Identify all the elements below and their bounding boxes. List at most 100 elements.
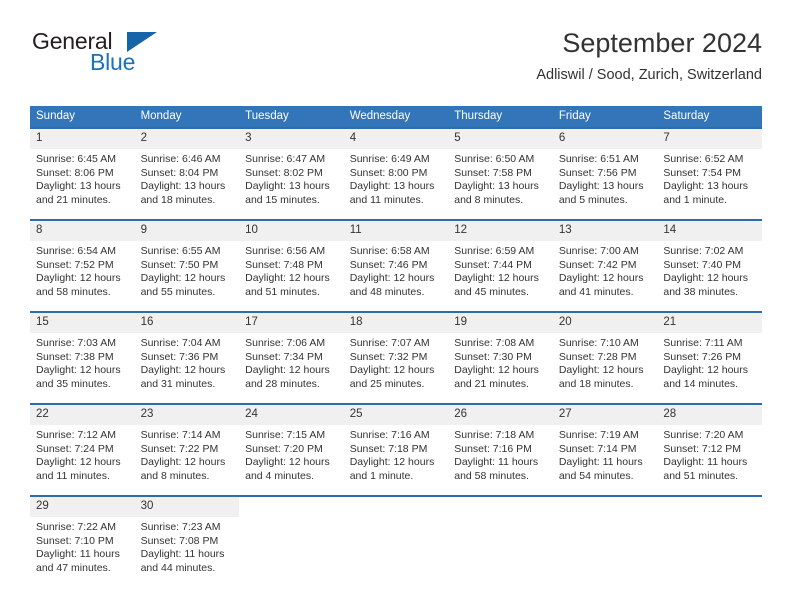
day-number: 2 (134, 129, 240, 149)
daylight-text-line1: Daylight: 12 hours (36, 456, 121, 469)
calendar-day-cell[interactable]: 7 Sunrise: 6:52 AM Sunset: 7:54 PM Daylight… (657, 127, 762, 220)
daylight-text-line2: and 18 minutes. (558, 377, 634, 390)
calendar-day-cell[interactable]: 18 Sunrise: 7:07 AM Sunset: 7:32 PM Dayligh… (343, 311, 449, 404)
calendar-day-cell[interactable]: 9 Sunrise: 6:55 AM Sunset: 7:50 PM Daylight… (134, 219, 240, 312)
calendar-day-cell[interactable]: 23 Sunrise: 7:14 AM Sunset: 7:22 PM Dayligh… (134, 403, 240, 496)
daylight-text-line1: Daylight: 11 hours (454, 456, 539, 469)
day-details: Sunrise: 7:04 AM Sunset: 7:36 PM Daylight:… (135, 333, 240, 391)
sunset-text: Sunset: 8:04 PM (140, 166, 219, 179)
daylight-text-line2: and 38 minutes. (663, 285, 739, 298)
daylight-text-line2: and 51 minutes. (245, 285, 320, 298)
daylight-text-line1: Daylight: 12 hours (663, 272, 749, 285)
weekday-header-wednesday: Wednesday (343, 106, 449, 128)
calendar-day-cell[interactable]: 22 Sunrise: 7:12 AM Sunset: 7:24 PM Dayligh… (30, 403, 135, 496)
calendar-day-cell[interactable]: 16 Sunrise: 7:04 AM Sunset: 7:36 PM Dayligh… (134, 311, 240, 404)
daylight-text-line1: Daylight: 13 hours (245, 180, 330, 193)
calendar-day-cell[interactable]: 15 Sunrise: 7:03 AM Sunset: 7:38 PM Dayligh… (30, 311, 135, 404)
sunset-text: Sunset: 7:50 PM (140, 258, 219, 271)
sunset-text: Sunset: 8:06 PM (36, 166, 114, 179)
calendar-day-cell[interactable]: 21 Sunrise: 7:11 AM Sunset: 7:26 PM Dayligh… (657, 311, 762, 404)
daylight-text-line1: Daylight: 12 hours (36, 364, 121, 377)
daylight-text-line1: Daylight: 11 hours (663, 456, 748, 469)
sunset-text: Sunset: 8:00 PM (349, 166, 428, 179)
daylight-text-line2: and 45 minutes. (454, 285, 529, 298)
calendar-day-cell[interactable]: 25 Sunrise: 7:16 AM Sunset: 7:18 PM Dayligh… (343, 403, 449, 496)
daylight-text-line2: and 15 minutes. (245, 193, 320, 206)
calendar-cell-empty (448, 495, 553, 587)
day-number: 14 (657, 221, 762, 241)
calendar-cell-empty (657, 495, 762, 587)
sunrise-text: Sunrise: 7:10 AM (558, 337, 639, 349)
day-details: Sunrise: 7:12 AM Sunset: 7:24 PM Daylight:… (30, 425, 135, 483)
brand-logo[interactable]: General Blue (30, 26, 250, 88)
page-subtitle: Adliswil / Sood, Zurich, Switzerland (536, 67, 762, 83)
calendar-day-cell[interactable]: 3 Sunrise: 6:47 AM Sunset: 8:02 PM Daylight… (239, 127, 344, 220)
calendar-day-cell[interactable]: 1 Sunrise: 6:45 AM Sunset: 8:06 PM Daylight… (30, 127, 135, 220)
day-number: 6 (552, 129, 658, 149)
daylight-text-line1: Daylight: 12 hours (349, 456, 435, 469)
calendar-day-cell[interactable]: 20 Sunrise: 7:10 AM Sunset: 7:28 PM Dayligh… (552, 311, 658, 404)
calendar-table: Sunday Monday Tuesday Wednesday Thursday… (30, 106, 762, 587)
sunrise-text: Sunrise: 7:02 AM (663, 245, 744, 257)
sunset-text: Sunset: 7:48 PM (245, 258, 323, 271)
daylight-text-line2: and 4 minutes. (245, 469, 315, 482)
calendar-day-cell[interactable]: 13 Sunrise: 7:00 AM Sunset: 7:42 PM Dayligh… (552, 219, 658, 312)
daylight-text-line1: Daylight: 12 hours (140, 364, 226, 377)
calendar-day-cell[interactable]: 11 Sunrise: 6:58 AM Sunset: 7:46 PM Dayligh… (343, 219, 449, 312)
calendar-page: General Blue September 2024 Adliswil / S… (0, 0, 792, 612)
day-details: Sunrise: 7:23 AM Sunset: 7:08 PM Daylight:… (135, 517, 240, 575)
daylight-text-line2: and 21 minutes. (36, 193, 111, 206)
day-number: 21 (657, 313, 762, 333)
calendar-day-cell[interactable]: 10 Sunrise: 6:56 AM Sunset: 7:48 PM Dayligh… (239, 219, 344, 312)
calendar-day-cell[interactable]: 8 Sunrise: 6:54 AM Sunset: 7:52 PM Daylight… (30, 219, 135, 312)
sunset-text: Sunset: 7:36 PM (140, 350, 219, 363)
calendar-day-cell[interactable]: 28 Sunrise: 7:20 AM Sunset: 7:12 PM Dayligh… (657, 403, 762, 496)
sunrise-text: Sunrise: 7:16 AM (349, 429, 430, 441)
sunset-text: Sunset: 7:24 PM (36, 442, 114, 455)
calendar-day-cell[interactable]: 17 Sunrise: 7:06 AM Sunset: 7:34 PM Dayligh… (239, 311, 344, 404)
daylight-text-line1: Daylight: 12 hours (454, 364, 539, 377)
sunset-text: Sunset: 7:46 PM (349, 258, 428, 271)
calendar-day-cell[interactable]: 12 Sunrise: 6:59 AM Sunset: 7:44 PM Dayligh… (448, 219, 553, 312)
daylight-text-line1: Daylight: 12 hours (558, 272, 644, 285)
calendar-day-cell[interactable]: 29 Sunrise: 7:22 AM Sunset: 7:10 PM Dayligh… (30, 495, 135, 587)
sunrise-text: Sunrise: 6:47 AM (245, 153, 326, 165)
day-number: 15 (30, 313, 135, 333)
calendar-cell-empty (343, 495, 449, 587)
calendar-day-cell[interactable]: 2 Sunrise: 6:46 AM Sunset: 8:04 PM Daylight… (134, 127, 240, 220)
calendar-day-cell[interactable]: 6 Sunrise: 6:51 AM Sunset: 7:56 PM Daylight… (552, 127, 658, 220)
calendar-week-row: 22 Sunrise: 7:12 AM Sunset: 7:24 PM Dayligh… (30, 403, 762, 496)
day-details: Sunrise: 6:45 AM Sunset: 8:06 PM Daylight:… (30, 149, 135, 207)
calendar-day-cell[interactable]: 26 Sunrise: 7:18 AM Sunset: 7:16 PM Dayligh… (448, 403, 553, 496)
day-details: Sunrise: 7:00 AM Sunset: 7:42 PM Daylight:… (553, 241, 658, 299)
daylight-text-line1: Daylight: 12 hours (245, 364, 330, 377)
calendar-day-cell[interactable]: 30 Sunrise: 7:23 AM Sunset: 7:08 PM Dayligh… (134, 495, 240, 587)
calendar-day-cell[interactable]: 14 Sunrise: 7:02 AM Sunset: 7:40 PM Dayligh… (657, 219, 762, 312)
calendar-day-cell[interactable]: 24 Sunrise: 7:15 AM Sunset: 7:20 PM Dayligh… (239, 403, 344, 496)
sunset-text: Sunset: 7:26 PM (663, 350, 742, 363)
daylight-text-line2: and 44 minutes. (140, 561, 216, 574)
daylight-text-line2: and 21 minutes. (454, 377, 529, 390)
weekday-header-thursday: Thursday (448, 106, 553, 128)
day-details: Sunrise: 7:19 AM Sunset: 7:14 PM Daylight:… (553, 425, 658, 483)
daylight-text-line1: Daylight: 12 hours (558, 364, 644, 377)
day-number: 24 (239, 405, 344, 425)
sunrise-text: Sunrise: 6:55 AM (140, 245, 221, 257)
daylight-text-line1: Daylight: 13 hours (349, 180, 435, 193)
daylight-text-line2: and 11 minutes. (349, 193, 424, 206)
day-number: 3 (239, 129, 344, 149)
day-number: 18 (343, 313, 449, 333)
day-details: Sunrise: 7:10 AM Sunset: 7:28 PM Daylight:… (553, 333, 658, 391)
calendar-day-cell[interactable]: 4 Sunrise: 6:49 AM Sunset: 8:00 PM Daylight… (343, 127, 449, 220)
daylight-text-line1: Daylight: 12 hours (349, 272, 435, 285)
calendar-day-cell[interactable]: 19 Sunrise: 7:08 AM Sunset: 7:30 PM Dayligh… (448, 311, 553, 404)
day-number: 16 (134, 313, 240, 333)
day-details: Sunrise: 7:16 AM Sunset: 7:18 PM Daylight:… (344, 425, 449, 483)
brand-name-blue: Blue (90, 49, 136, 75)
calendar-day-cell[interactable]: 5 Sunrise: 6:50 AM Sunset: 7:58 PM Daylight… (448, 127, 553, 220)
sunset-text: Sunset: 7:28 PM (558, 350, 637, 363)
calendar-header-row: Sunday Monday Tuesday Wednesday Thursday… (30, 106, 762, 128)
calendar-day-cell[interactable]: 27 Sunrise: 7:19 AM Sunset: 7:14 PM Dayligh… (552, 403, 658, 496)
day-details: Sunrise: 6:58 AM Sunset: 7:46 PM Daylight:… (344, 241, 449, 299)
sunset-text: Sunset: 7:40 PM (663, 258, 742, 271)
